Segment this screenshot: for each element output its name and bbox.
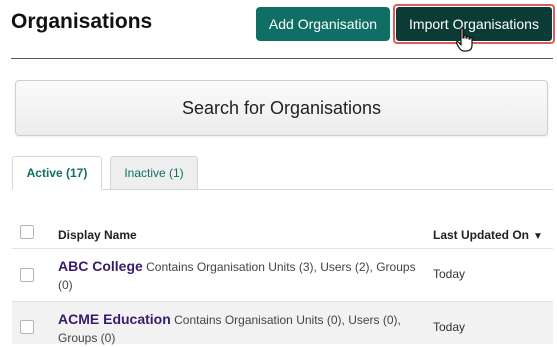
last-updated-value: Today xyxy=(433,320,466,334)
tab-inactive[interactable]: Inactive (1) xyxy=(110,156,198,190)
table-row: ACME Education Contains Organisation Uni… xyxy=(58,310,423,347)
tab-active[interactable]: Active (17) xyxy=(12,156,102,190)
select-all-checkbox[interactable] xyxy=(20,225,34,239)
sort-desc-icon: ▼ xyxy=(533,231,543,242)
header-separator xyxy=(12,248,553,249)
last-updated-value: Today xyxy=(433,267,466,281)
column-header-display-name[interactable]: Display Name xyxy=(58,228,137,242)
table-row: ABC College Contains Organisation Units … xyxy=(58,257,423,294)
search-organisations-button[interactable]: Search for Organisations xyxy=(15,80,548,136)
add-organisation-button[interactable]: Add Organisation xyxy=(256,7,390,41)
organisation-name-link[interactable]: ABC College xyxy=(58,258,143,274)
row-checkbox[interactable] xyxy=(20,320,34,334)
hand-pointer-icon xyxy=(455,27,473,52)
row-checkbox[interactable] xyxy=(20,268,34,282)
page-title: Organisations xyxy=(11,10,153,33)
row-separator xyxy=(12,301,553,302)
column-header-last-updated[interactable]: Last Updated On ▼ xyxy=(433,228,543,242)
last-updated-label: Last Updated On xyxy=(433,228,530,242)
organisation-name-link[interactable]: ACME Education xyxy=(58,311,171,327)
header-divider xyxy=(11,58,553,59)
